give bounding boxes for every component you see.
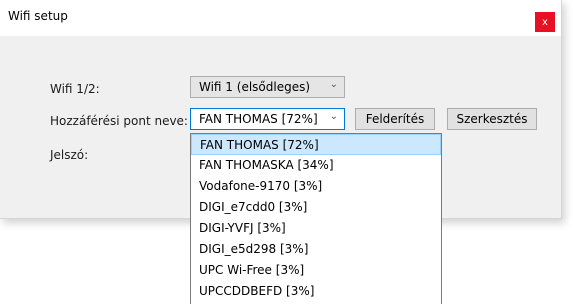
dropdown-item[interactable]: FAN THOMASKA [34%] [191, 155, 441, 176]
close-icon: x [542, 16, 548, 28]
dropdown-item[interactable]: UPC Wi-Free [3%] [191, 260, 441, 281]
dropdown-item[interactable]: DIGI_e7cdd0 [3%] [191, 197, 441, 218]
dropdown-item[interactable]: Vodafone-9170 [3%] [191, 176, 441, 197]
access-point-dropdown-list[interactable]: FAN THOMAS [72%] FAN THOMASKA [34%] Voda… [190, 133, 442, 304]
title-bar: Wifi setup x [0, 0, 561, 36]
password-label: Jelszó: [50, 148, 89, 162]
close-button[interactable]: x [535, 12, 555, 32]
access-point-label: Hozzáférési pont neve: [50, 114, 188, 128]
access-point-value: FAN THOMAS [72%] [199, 112, 318, 126]
discover-button[interactable]: Felderítés [355, 108, 435, 130]
wifi-slot-select[interactable]: Wifi 1 (elsődleges) ⌄ [190, 76, 345, 98]
edit-button[interactable]: Szerkesztés [447, 108, 537, 130]
wifi-slot-label: Wifi 1/2: [50, 82, 100, 96]
dropdown-item[interactable]: DIGI_e5d298 [3%] [191, 239, 441, 260]
wifi-slot-value: Wifi 1 (elsődleges) [199, 80, 311, 94]
dropdown-item[interactable]: FAN THOMAS [72%] [191, 134, 441, 155]
access-point-select[interactable]: FAN THOMAS [72%] ⌄ [190, 108, 345, 130]
dropdown-item[interactable]: DIGI-YVFJ [3%] [191, 218, 441, 239]
chevron-down-icon: ⌄ [329, 111, 338, 122]
window-title: Wifi setup [8, 9, 68, 23]
dropdown-item[interactable]: UPCCDDBEFD [3%] [191, 281, 441, 302]
chevron-down-icon: ⌄ [329, 79, 338, 90]
